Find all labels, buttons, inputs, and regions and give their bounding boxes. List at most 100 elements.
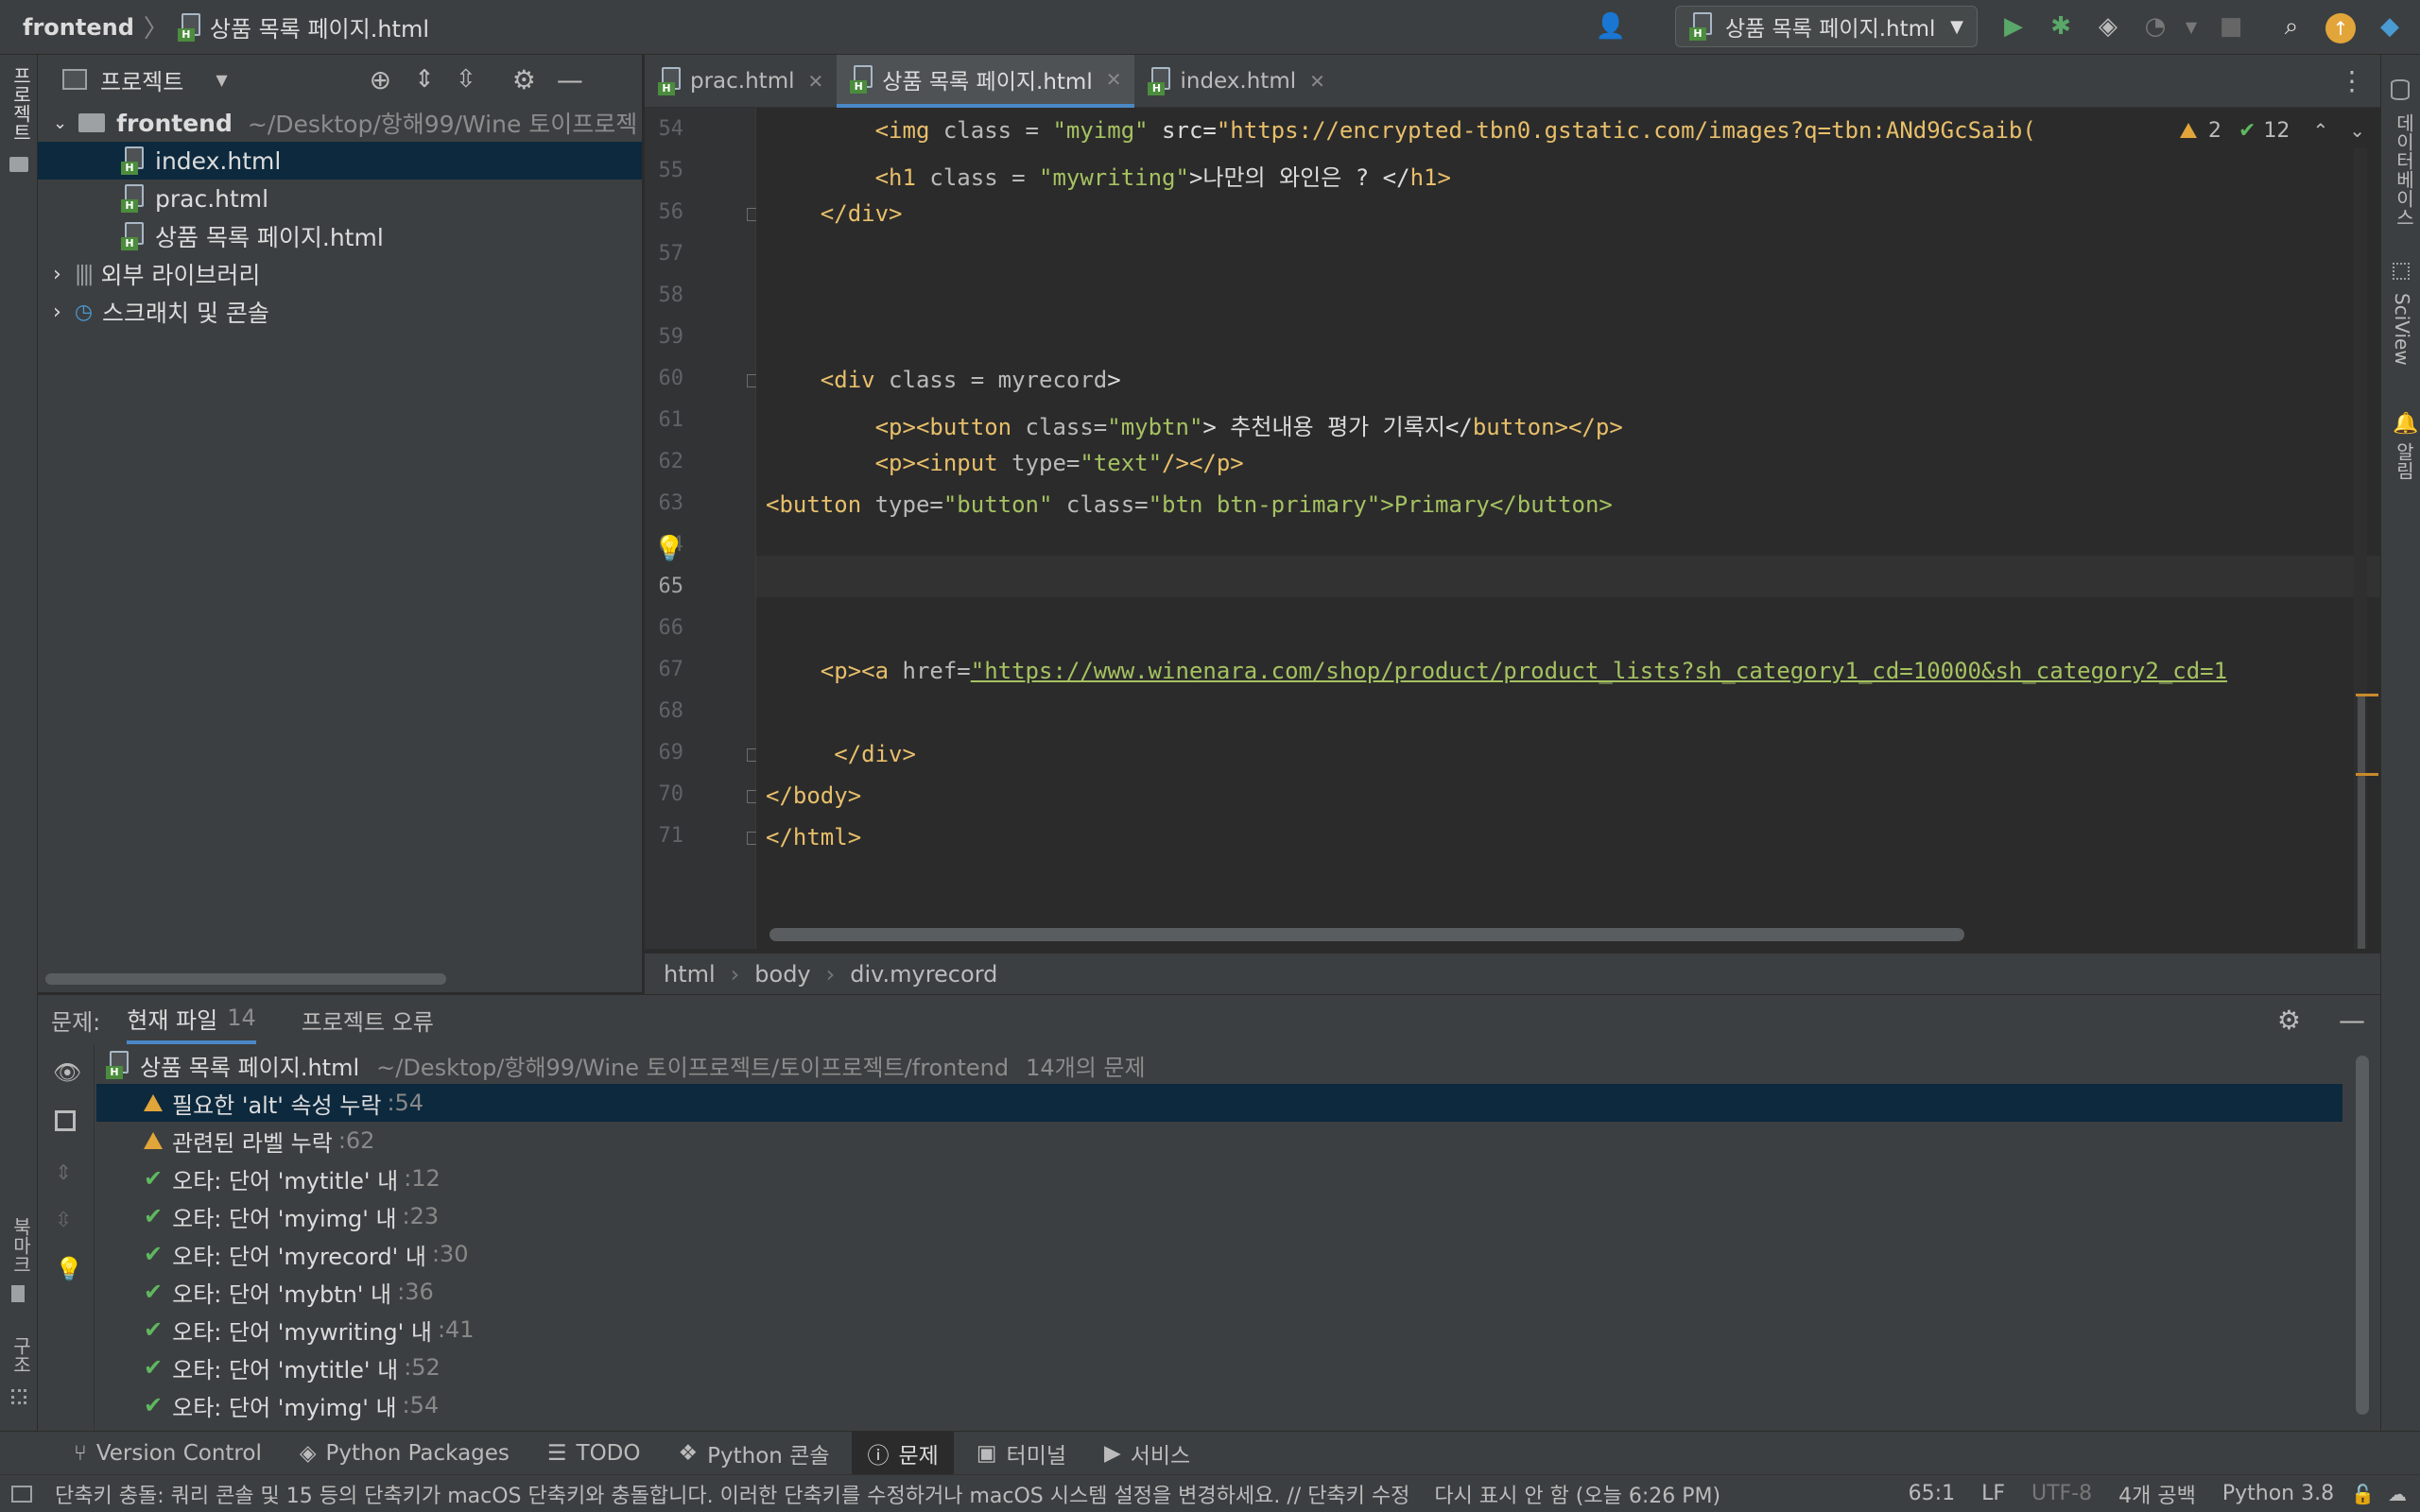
run-icon[interactable]: ▶ xyxy=(1995,8,2032,45)
cloud-icon[interactable]: ☁ xyxy=(2388,1483,2407,1505)
lock-icon[interactable]: 🔓 xyxy=(2351,1483,2375,1505)
indent-setting[interactable]: 4개 공백 xyxy=(2118,1479,2196,1509)
line-separator[interactable]: LF xyxy=(1981,1482,2005,1505)
stop-icon[interactable]: ■ xyxy=(2212,8,2250,45)
project-tool-button[interactable]: 프로젝트 xyxy=(8,66,35,142)
tool-python-packages[interactable]: ◈ Python Packages xyxy=(285,1432,525,1475)
problem-item[interactable]: ✔ 오타: 단어 'myimg' 내:54 xyxy=(96,1386,2342,1424)
problem-item[interactable]: ✔ 오타: 단어 'myrecord' 내:30 xyxy=(96,1235,2342,1273)
problem-item[interactable]: 필요한 'alt' 속성 누락:54 xyxy=(96,1084,2342,1122)
tool-python-console[interactable]: ❖ Python 콘솔 xyxy=(664,1432,845,1475)
scrollbar-thumb[interactable] xyxy=(2358,694,2365,949)
editor-horizontal-scrollbar[interactable] xyxy=(769,928,1964,941)
expand-all-icon[interactable]: ⇕ xyxy=(55,1161,72,1185)
problem-item[interactable]: ✔ 오타: 단어 'mytitle' 내:12 xyxy=(96,1160,2342,1197)
tab-index-html[interactable]: H index.html ✕ xyxy=(1134,55,1338,108)
chevron-down-icon[interactable]: ▼ xyxy=(2172,8,2210,45)
preview-icon[interactable] xyxy=(55,1110,76,1131)
tree-item-external-libraries[interactable]: › |||| 외부 라이브러리 xyxy=(38,255,642,293)
warning-marker[interactable] xyxy=(2356,694,2378,696)
minimize-icon[interactable]: — xyxy=(2339,1005,2365,1036)
status-message[interactable]: 단축키 충돌: 쿼리 콘솔 및 15 등의 단축키가 macOS 단축키와 충돌… xyxy=(55,1479,1409,1509)
tab-prac-html[interactable]: H prac.html ✕ xyxy=(645,55,837,108)
services-icon: ▶ xyxy=(1104,1440,1121,1466)
coverage-icon[interactable]: ◈ xyxy=(2089,8,2127,45)
warning-marker[interactable] xyxy=(2356,773,2378,776)
lightbulb-icon[interactable]: 💡 xyxy=(55,1256,83,1282)
chevron-down-icon[interactable]: ⌄ xyxy=(53,113,67,133)
typo-check-icon: ✔ xyxy=(144,1316,164,1343)
folder-icon[interactable] xyxy=(9,157,28,172)
python-interpreter[interactable]: Python 3.8 xyxy=(2222,1482,2334,1505)
problem-file-row[interactable]: H 상품 목록 페이지.html ~/Desktop/항해99/Wine 토이프… xyxy=(96,1046,2342,1084)
problem-item[interactable]: ✔ 오타: 단어 'mybtn' 내:36 xyxy=(96,1273,2342,1311)
tree-item-product-list-html[interactable]: H 상품 목록 페이지.html xyxy=(38,217,642,255)
current-file-name[interactable]: 상품 목록 페이지.html xyxy=(210,10,429,43)
project-name[interactable]: frontend xyxy=(23,14,134,41)
html-file-icon: H xyxy=(177,12,202,42)
locate-icon[interactable]: ⊕ xyxy=(370,64,391,95)
jetbrains-logo-icon[interactable]: ◆ xyxy=(2371,8,2409,45)
breadcrumb-item[interactable]: body xyxy=(754,961,810,988)
run-configuration-dropdown[interactable]: H 상품 목록 페이지.html ▼ xyxy=(1675,6,1978,47)
line-number: 62 xyxy=(658,450,684,473)
close-icon[interactable]: ✕ xyxy=(808,70,824,93)
gear-icon[interactable]: ⚙ xyxy=(512,64,536,95)
tool-todo[interactable]: ☰ TODO xyxy=(532,1432,656,1475)
update-icon[interactable]: ↑ xyxy=(2325,13,2356,43)
collapse-all-icon[interactable]: ⇳ xyxy=(456,65,476,94)
tool-problems[interactable]: ⓘ 문제 xyxy=(852,1431,954,1475)
chevron-right-icon[interactable]: › xyxy=(53,301,61,324)
layout-icon[interactable] xyxy=(11,1485,32,1503)
minimize-icon[interactable]: — xyxy=(557,64,583,95)
expand-all-icon[interactable]: ⇕ xyxy=(414,65,435,94)
inspection-widget[interactable]: 2 ✔ 12 ⌃ ⌄ xyxy=(2174,113,2369,147)
structure-tool-button[interactable]: 구조 xyxy=(8,1336,35,1374)
breadcrumb-item[interactable]: div.myrecord xyxy=(850,961,997,988)
project-view-label[interactable]: 프로젝트 xyxy=(100,63,183,96)
tab-current-file[interactable]: 현재 파일 14 xyxy=(127,995,256,1044)
code-editor[interactable]: <img class = "myimg" src="https://encryp… xyxy=(756,108,2380,949)
tool-version-control[interactable]: ⑂ Version Control xyxy=(59,1432,277,1475)
typo-check-icon: ✔ xyxy=(144,1392,164,1418)
more-tabs-icon[interactable]: ⋮ xyxy=(2339,55,2365,107)
tab-project-errors[interactable]: 프로젝트 오류 xyxy=(302,995,434,1044)
eye-icon[interactable]: 👁 xyxy=(53,1059,81,1086)
chevron-up-icon[interactable]: ⌃ xyxy=(2312,119,2328,142)
sciview-tool-button[interactable]: SciView xyxy=(2391,293,2413,366)
status-dismiss[interactable]: 다시 표시 안 함 (오늘 6:26 PM) xyxy=(1434,1479,1720,1509)
collapse-all-icon[interactable]: ⇳ xyxy=(55,1209,72,1232)
breadcrumb-item[interactable]: html xyxy=(664,961,716,988)
close-icon[interactable]: ✕ xyxy=(1106,68,1122,91)
lightbulb-icon[interactable]: 💡 xyxy=(654,535,684,563)
chevron-down-icon[interactable]: ⌄ xyxy=(2349,119,2365,142)
file-encoding[interactable]: UTF-8 xyxy=(2031,1482,2092,1505)
chevron-down-icon[interactable]: ▼ xyxy=(216,71,227,89)
problem-item[interactable]: ✔ 오타: 단어 'myimg' 내:23 xyxy=(96,1197,2342,1235)
user-icon[interactable]: 👤 xyxy=(1592,8,1630,45)
tree-item-index-html[interactable]: H index.html xyxy=(38,142,642,180)
notifications-tool-button[interactable]: 알림 xyxy=(2391,442,2418,480)
problem-item[interactable]: 관련된 라벨 누락:62 xyxy=(96,1122,2342,1160)
problem-item[interactable]: ✔ 오타: 단어 'mywriting' 내:41 xyxy=(96,1311,2342,1349)
tab-product-list-html[interactable]: H 상품 목록 페이지.html ✕ xyxy=(837,55,1135,108)
tool-terminal[interactable]: ▣ 터미널 xyxy=(961,1432,1081,1475)
tree-item-prac-html[interactable]: H prac.html xyxy=(38,180,642,217)
caret-position[interactable]: 65:1 xyxy=(1909,1482,1955,1505)
tool-services[interactable]: ▶ 서비스 xyxy=(1089,1432,1205,1475)
tree-root-frontend[interactable]: ⌄ frontend ~/Desktop/항해99/Wine 토이프로젝 xyxy=(38,104,642,142)
scratch-console-icon: ◷ xyxy=(74,300,94,324)
gear-icon[interactable]: ⚙ xyxy=(2277,1005,2301,1036)
database-tool-button[interactable]: 데이터베이스 xyxy=(2391,113,2418,227)
close-icon[interactable]: ✕ xyxy=(1309,70,1325,93)
search-icon[interactable]: ⌕ xyxy=(2273,8,2310,45)
tab-label: prac.html xyxy=(690,69,795,94)
chevron-right-icon[interactable]: › xyxy=(53,263,61,286)
problems-scrollbar[interactable] xyxy=(2356,1056,2369,1415)
profile-icon[interactable]: ◔ xyxy=(2136,8,2174,45)
problem-item[interactable]: ✔ 오타: 단어 'mytitle' 내:52 xyxy=(96,1349,2342,1386)
debug-icon[interactable]: ✱ xyxy=(2042,8,2080,45)
bookmarks-tool-button[interactable]: 북마크 xyxy=(8,1217,35,1274)
tree-item-scratches[interactable]: › ◷ 스크래치 및 콘솔 xyxy=(38,293,642,331)
horizontal-scrollbar[interactable] xyxy=(45,973,446,985)
